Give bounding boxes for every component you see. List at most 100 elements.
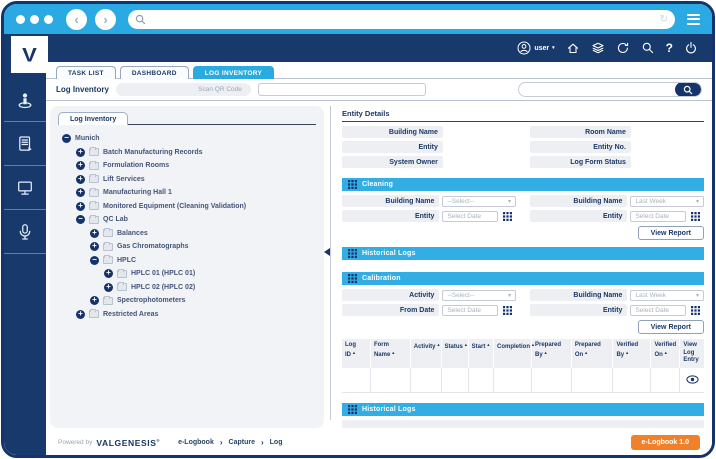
tree-node[interactable]: Gas Chromatographs (58, 240, 316, 254)
view-report-button[interactable]: View Report (637, 226, 704, 240)
column-header[interactable]: Prepared On (572, 339, 614, 368)
tree-toggle-icon[interactable] (104, 269, 113, 279)
tree-toggle-icon[interactable] (90, 228, 99, 238)
eye-icon[interactable] (686, 375, 699, 384)
calibration-section-header[interactable]: Calibration (342, 272, 704, 285)
sort-icon[interactable] (351, 352, 356, 358)
date-input[interactable]: Select Date (630, 210, 687, 222)
breadcrumb-item-elogbook[interactable]: e-Logbook (178, 439, 214, 446)
tree-node[interactable]: QC Lab (58, 213, 316, 227)
tab[interactable]: TASK LIST (56, 66, 116, 79)
voice-nav-button[interactable] (4, 210, 46, 254)
window-dot-icon[interactable] (30, 14, 39, 24)
column-header[interactable]: Status (442, 339, 469, 368)
tree-toggle-icon[interactable] (76, 201, 85, 211)
column-header[interactable]: Log ID (342, 339, 371, 368)
activity-select[interactable]: --Select-- ▾ (442, 289, 516, 301)
url-bar[interactable]: ↻ (128, 9, 675, 29)
sort-icon[interactable] (543, 352, 548, 358)
window-dot-icon[interactable] (16, 14, 25, 24)
refresh-button[interactable] (616, 41, 630, 55)
cleaning-section-header[interactable]: Cleaning (342, 178, 704, 191)
tree-toggle-icon[interactable] (76, 147, 85, 157)
calendar-icon[interactable] (501, 211, 514, 222)
collapse-panel-arrow-icon[interactable] (324, 248, 330, 256)
date-range-select[interactable]: Last Week ▾ (630, 195, 704, 207)
sort-icon[interactable] (463, 344, 468, 350)
breadcrumb-item-capture[interactable]: Capture (229, 439, 255, 446)
tree-node[interactable]: Restricted Areas (58, 308, 316, 322)
scan-qr-input[interactable] (257, 83, 426, 96)
tree-toggle-icon[interactable] (90, 242, 99, 252)
tree-toggle-icon[interactable] (90, 255, 99, 265)
date-input[interactable]: Select Date (442, 304, 499, 316)
column-header[interactable]: View Log Entry (680, 339, 704, 368)
menu-icon[interactable] (687, 13, 700, 25)
tab[interactable]: DASHBOARD (119, 66, 189, 79)
sort-icon[interactable] (435, 344, 440, 350)
tree-node[interactable]: Monitored Equipment (Cleaning Validation… (58, 200, 316, 214)
tree-node[interactable]: HPLC 02 (HPLC 02) (58, 281, 316, 295)
column-header[interactable]: Verified By (613, 339, 652, 368)
back-button[interactable]: ‹ (66, 8, 87, 30)
column-header[interactable]: Start (469, 339, 494, 368)
tree-node[interactable]: HPLC 01 (HPLC 01) (58, 267, 316, 281)
tree-toggle-icon[interactable] (90, 296, 99, 306)
sort-icon[interactable] (583, 352, 588, 358)
building-name-select[interactable]: --Select-- ▾ (442, 195, 516, 207)
column-header[interactable]: Prepared By (532, 339, 572, 368)
tree-node[interactable]: Manufacturing Hall 1 (58, 186, 316, 200)
column-header[interactable]: Form Name (371, 339, 411, 368)
tree-toggle-icon[interactable] (76, 309, 85, 319)
calendar-icon[interactable] (501, 305, 514, 316)
column-header[interactable]: Verified On (651, 339, 681, 368)
power-button[interactable] (684, 41, 698, 55)
column-header[interactable]: Activity (411, 339, 442, 368)
logbook-nav-button[interactable] (4, 122, 46, 166)
modules-button[interactable] (591, 41, 605, 55)
inventory-search-button[interactable] (675, 83, 701, 96)
valgenesis-logo[interactable]: V (11, 36, 48, 73)
tree-panel-tab[interactable]: Log Inventory (58, 112, 129, 125)
window-dot-icon[interactable] (44, 14, 53, 24)
tab[interactable]: LOG INVENTORY (192, 66, 275, 79)
home-button[interactable] (566, 41, 580, 55)
tree-node[interactable]: Formulation Rooms (58, 159, 316, 173)
reload-icon[interactable]: ↻ (660, 14, 668, 25)
tree-toggle-icon[interactable] (76, 215, 85, 225)
calendar-icon[interactable] (689, 305, 702, 316)
breadcrumb-item-log[interactable]: Log (270, 439, 283, 446)
operator-nav-button[interactable] (4, 78, 46, 122)
historical-logs-section-header[interactable]: Historical Logs (342, 247, 704, 260)
version-badge-button[interactable]: e-Logbook 1.0 (630, 435, 700, 450)
tree-toggle-icon[interactable] (104, 282, 113, 292)
sort-icon[interactable] (663, 352, 668, 358)
forward-button[interactable]: › (95, 8, 116, 30)
tree-toggle-icon[interactable] (76, 188, 85, 198)
date-input[interactable]: Select Date (442, 210, 499, 222)
search-button[interactable] (641, 41, 655, 55)
sort-icon[interactable] (485, 344, 490, 350)
url-input[interactable] (146, 15, 660, 23)
tree-toggle-icon[interactable] (62, 134, 71, 144)
tree-node[interactable]: Munich (58, 132, 316, 146)
view-report-button[interactable]: View Report (637, 320, 704, 334)
calendar-icon[interactable] (689, 211, 702, 222)
inventory-search-input[interactable] (519, 86, 675, 93)
tree-toggle-icon[interactable] (76, 174, 85, 184)
workstation-nav-button[interactable] (4, 166, 46, 210)
sort-icon[interactable] (390, 352, 395, 358)
user-menu[interactable]: user ▾ (517, 41, 555, 55)
tree-node[interactable]: Spectrophotometers (58, 294, 316, 308)
tree-node[interactable]: Batch Manufacturing Records (58, 146, 316, 160)
tree-node[interactable]: HPLC (58, 254, 316, 268)
column-header[interactable]: Completion (494, 339, 535, 368)
historical-logs-section-header[interactable]: Historical Logs (342, 402, 704, 416)
date-input[interactable]: Select Date (630, 304, 687, 316)
tree-node[interactable]: Balances (58, 227, 316, 241)
date-range-select[interactable]: Last Week ▾ (630, 289, 704, 301)
help-button[interactable]: ? (666, 41, 673, 55)
tree-toggle-icon[interactable] (76, 161, 85, 171)
tree-node[interactable]: Lift Services (58, 173, 316, 187)
sort-icon[interactable] (624, 352, 629, 358)
